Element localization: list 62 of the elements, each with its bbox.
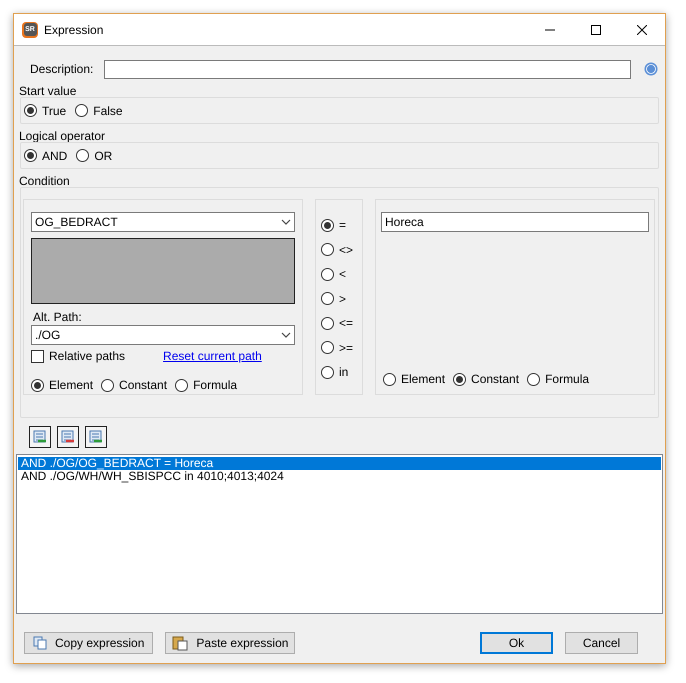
expression-row[interactable]: AND ./OG/WH/WH_SBISPCC in 4010;4013;4024 xyxy=(18,470,661,483)
maximize-icon xyxy=(591,24,601,34)
radio-button[interactable] xyxy=(321,268,334,280)
radio-label[interactable]: <> xyxy=(339,240,354,258)
radio-button[interactable] xyxy=(175,378,188,392)
close-icon xyxy=(637,24,647,34)
caret-icon xyxy=(281,219,291,226)
radio-label[interactable]: OR xyxy=(94,146,112,164)
radio-button[interactable] xyxy=(321,292,334,305)
radio-label[interactable]: < xyxy=(339,265,346,283)
caret-icon xyxy=(281,332,291,338)
radio-button[interactable] xyxy=(527,372,540,386)
radio-label[interactable]: Element xyxy=(401,370,446,388)
help-icon[interactable] xyxy=(644,62,658,76)
copy-icon xyxy=(33,636,47,650)
radio-label[interactable]: Formula xyxy=(545,370,590,388)
radio-button[interactable] xyxy=(321,341,334,354)
radio-label[interactable]: Constant xyxy=(119,376,168,394)
radio-label[interactable]: <= xyxy=(339,314,354,332)
radio-label[interactable]: Element xyxy=(49,376,94,394)
radio-label[interactable]: False xyxy=(93,102,123,120)
remove-row-icon[interactable] xyxy=(57,426,79,448)
paste-expression-button[interactable]: Paste expression xyxy=(165,632,296,654)
radio-label[interactable]: Constant xyxy=(471,370,520,388)
radio-button[interactable] xyxy=(321,316,334,330)
paste-icon xyxy=(172,635,188,651)
radio-button[interactable] xyxy=(75,104,88,117)
dropdown[interactable]: ./OG xyxy=(31,324,295,345)
radio-button[interactable] xyxy=(24,149,37,162)
radio-button[interactable] xyxy=(31,378,44,392)
radio-label[interactable]: > xyxy=(339,290,346,308)
radio-label[interactable]: Formula xyxy=(193,376,238,394)
reset-path-link[interactable]: Reset current path xyxy=(163,347,262,365)
radio-label[interactable]: >= xyxy=(339,338,354,356)
radio-button[interactable] xyxy=(76,149,90,162)
group-label: Start value xyxy=(19,83,78,97)
radio-button[interactable] xyxy=(321,366,334,378)
window-title: Expression xyxy=(44,22,104,38)
ok-button[interactable]: Ok xyxy=(480,632,553,654)
relative-paths-checkbox[interactable]: Relative paths xyxy=(31,347,126,365)
radio-button[interactable] xyxy=(321,218,334,232)
copy-expression-button[interactable]: Copy expression xyxy=(24,632,154,654)
radio-button[interactable] xyxy=(453,372,466,386)
expression-row[interactable]: AND ./OG/OG_BEDRACT = Horeca xyxy=(18,457,661,470)
radio-label[interactable]: AND xyxy=(42,146,68,164)
alt-path-label: Alt. Path: xyxy=(33,308,83,325)
cancel-button[interactable]: Cancel xyxy=(565,632,638,654)
radio-label[interactable]: = xyxy=(339,216,346,234)
description-field[interactable] xyxy=(104,60,631,78)
radio-button[interactable] xyxy=(24,104,37,117)
radio-button[interactable] xyxy=(101,378,114,392)
radio-button[interactable] xyxy=(383,372,396,386)
dropdown[interactable]: OG_BEDRACT xyxy=(31,212,295,232)
radio-label[interactable]: True xyxy=(42,102,66,120)
value-field[interactable]: Horeca xyxy=(381,212,649,232)
group-label: Condition xyxy=(19,173,71,187)
add-row-icon[interactable] xyxy=(29,426,51,448)
description-label: Description: xyxy=(30,61,94,78)
update-row-icon[interactable] xyxy=(85,426,107,448)
radio-label[interactable]: in xyxy=(339,363,348,381)
radio-button[interactable] xyxy=(321,243,334,256)
group-label: Logical operator xyxy=(19,128,106,142)
